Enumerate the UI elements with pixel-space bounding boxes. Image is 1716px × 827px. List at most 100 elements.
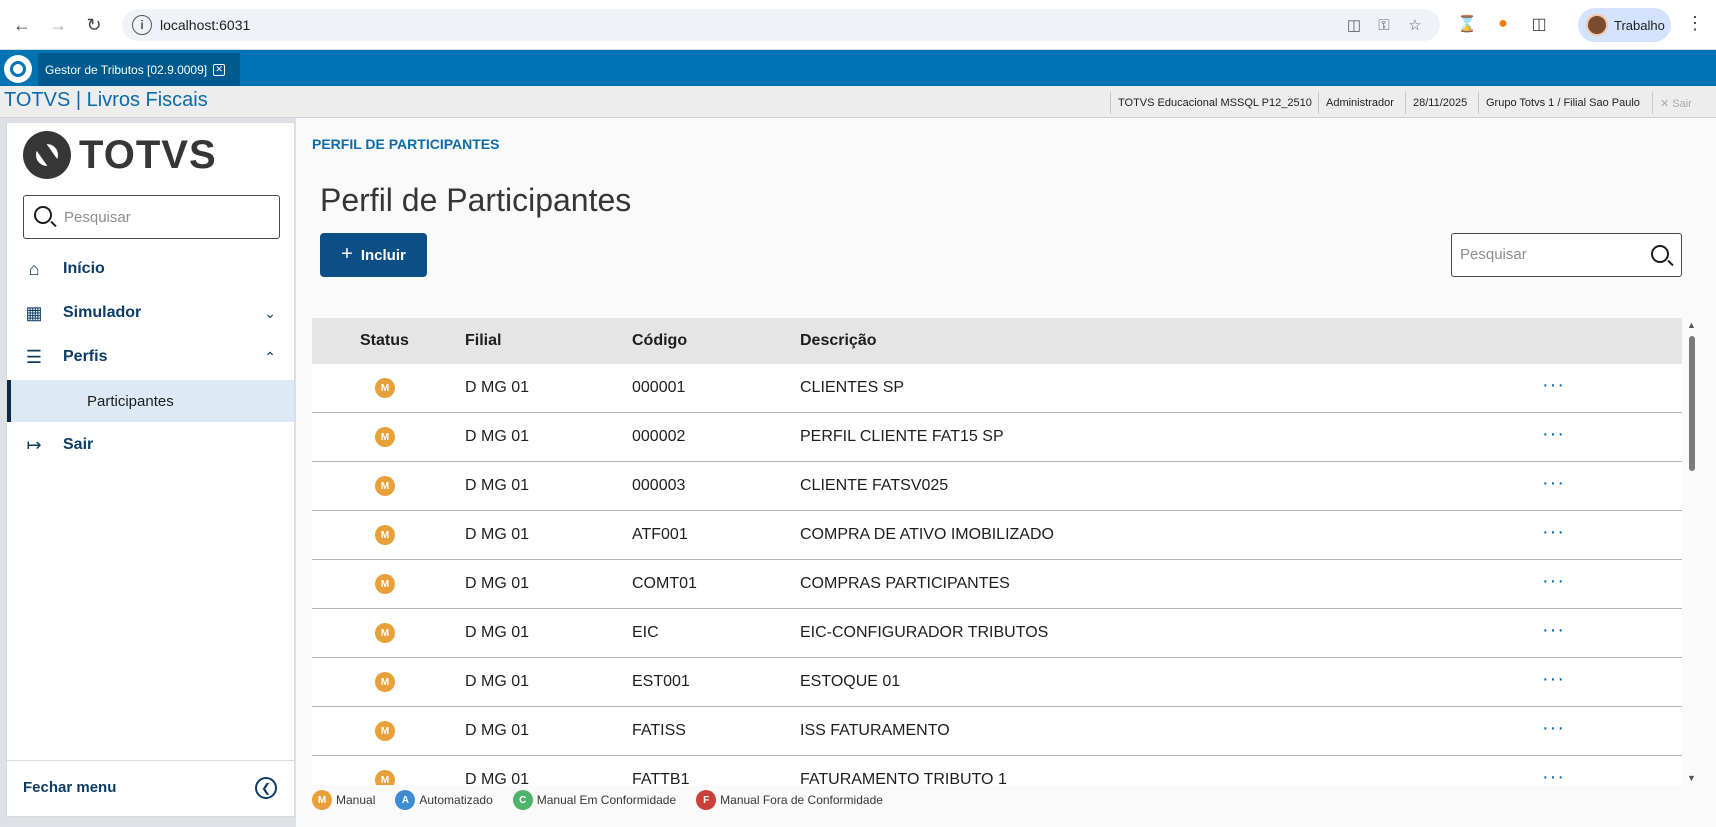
cell-codigo: 000003	[632, 477, 686, 494]
status-badge: M	[375, 378, 395, 398]
column-header-codigo[interactable]: Código	[632, 332, 687, 350]
legend-label: Automatizado	[419, 793, 493, 807]
logout-button[interactable]: ✕ Sair	[1652, 92, 1699, 114]
search-icon[interactable]	[1651, 245, 1669, 263]
scrollbar-thumb[interactable]	[1689, 336, 1695, 471]
sidebar-search-input[interactable]	[64, 206, 264, 228]
legend-item: C Manual Em Conformidade	[512, 790, 677, 810]
sidebar: TOTVS ⌂ Início ▦ Simulador ⌄ ☰ Perfis ⌃ …	[6, 122, 295, 817]
add-button-label: Incluir	[360, 246, 406, 264]
breadcrumb[interactable]: PERFIL DE PARTICIPANTES	[312, 136, 499, 152]
scroll-up-icon[interactable]: ▲	[1687, 320, 1696, 330]
status-badge: M	[375, 525, 395, 545]
page-title: Perfil de Participantes	[320, 182, 632, 218]
extensions-puzzle-icon[interactable]: ◫	[1528, 13, 1550, 35]
table-row[interactable]: M D MG 01 FATTB1 FATURAMENTO TRIBUTO 1 ···	[312, 756, 1682, 785]
close-menu-button[interactable]: Fechar menu	[23, 779, 116, 796]
avatar	[1586, 14, 1608, 36]
sidebar-search[interactable]	[23, 195, 280, 239]
table-row[interactable]: M D MG 01 000001 CLIENTES SP ···	[312, 364, 1682, 413]
sidebar-item-label: Simulador	[63, 304, 142, 321]
add-button[interactable]: + Incluir	[320, 233, 427, 277]
column-header-filial[interactable]: Filial	[465, 332, 501, 350]
status-badge: M	[375, 476, 395, 496]
more-actions-icon[interactable]: ···	[1542, 521, 1565, 544]
logout-label: Sair	[1672, 98, 1692, 110]
environment-info: TOTVS Educacional MSSQL P12_2510	[1110, 92, 1319, 114]
table-search-input[interactable]	[1460, 246, 1630, 263]
legend-item: F Manual Fora de Conformidade	[696, 790, 883, 810]
app-tabs-bar: Gestor de Tributos [02.9.0009] ✕	[0, 50, 1716, 86]
profile-button[interactable]: Trabalho	[1578, 8, 1671, 42]
sidebar-item-label: Sair	[63, 436, 94, 453]
legend-label: Manual Em Conformidade	[536, 793, 677, 807]
column-header-status[interactable]: Status	[360, 332, 409, 350]
more-actions-icon[interactable]: ···	[1542, 570, 1565, 593]
more-actions-icon[interactable]: ···	[1542, 472, 1565, 495]
table-row[interactable]: M D MG 01 000003 CLIENTE FATSV025 ···	[312, 462, 1682, 511]
cell-filial: D MG 01	[465, 379, 530, 396]
tab-gestor-de-tributos[interactable]: Gestor de Tributos [02.9.0009] ✕	[38, 53, 240, 86]
table-row[interactable]: M D MG 01 000002 PERFIL CLIENTE FAT15 SP ···	[312, 413, 1682, 462]
column-header-descricao[interactable]: Descrição	[800, 332, 877, 350]
chevron-up-icon: ⌃	[264, 348, 276, 365]
table-search[interactable]	[1451, 233, 1682, 277]
cell-codigo: 000001	[632, 379, 686, 396]
table-row[interactable]: M D MG 01 ATF001 COMPRA DE ATIVO IMOBILIZAD…	[312, 511, 1682, 560]
profile-name: Trabalho	[1614, 17, 1665, 33]
bookmark-star-icon[interactable]: ☆	[1405, 15, 1425, 35]
password-key-icon[interactable]: ⚿	[1374, 15, 1394, 35]
browser-menu-icon[interactable]: ⋮	[1686, 13, 1704, 34]
forward-icon[interactable]: →	[44, 11, 72, 39]
table-row[interactable]: M D MG 01 EST001 ESTOQUE 01 ···	[312, 658, 1682, 707]
collapse-menu-icon[interactable]: ❮	[255, 777, 277, 799]
totvs-logo-icon	[4, 55, 32, 83]
legend-label: Manual	[336, 793, 376, 807]
date-info: 28/11/2025	[1405, 92, 1474, 114]
info-icon[interactable]: i	[132, 15, 152, 35]
status-legend: M Manual A Automatizado C Manual Em Conformid…	[312, 790, 897, 810]
sidebar-item-participantes[interactable]: Participantes	[7, 380, 294, 422]
plus-icon: +	[341, 242, 353, 265]
chevron-down-icon: ⌄	[264, 304, 276, 321]
table-scrollbar[interactable]: ▲ ▼	[1686, 318, 1698, 785]
address-bar[interactable]: i localhost:6031 ◫ ⚿ ☆	[122, 9, 1440, 41]
close-icon[interactable]: ✕	[213, 63, 226, 76]
table-row[interactable]: M D MG 01 COMT01 COMPRAS PARTICIPANTES ···	[312, 560, 1682, 609]
scroll-down-icon[interactable]: ▼	[1687, 773, 1696, 783]
sidebar-item-sair[interactable]: ↦ Sair	[7, 423, 294, 467]
cell-filial: D MG 01	[465, 526, 530, 543]
install-app-icon[interactable]: ◫	[1344, 15, 1364, 35]
cell-codigo: FATTB1	[632, 771, 690, 785]
cell-descricao: FATURAMENTO TRIBUTO 1	[800, 771, 1007, 785]
reload-icon[interactable]: ↻	[80, 11, 108, 39]
table-row[interactable]: M D MG 01 FATISS ISS FATURAMENTO ···	[312, 707, 1682, 756]
cell-filial: D MG 01	[465, 673, 530, 690]
table-row[interactable]: M D MG 01 EIC EIC-CONFIGURADOR TRIBUTOS ···	[312, 609, 1682, 658]
more-actions-icon[interactable]: ···	[1542, 423, 1565, 446]
back-icon[interactable]: ←	[8, 11, 36, 39]
more-actions-icon[interactable]: ···	[1542, 668, 1565, 691]
hourglass-extension-icon[interactable]: ⌛	[1456, 13, 1478, 35]
more-actions-icon[interactable]: ···	[1542, 619, 1565, 642]
cell-filial: D MG 01	[465, 575, 530, 592]
app-title: TOTVS | Livros Fiscais	[4, 89, 208, 111]
totvs-logo: TOTVS	[23, 131, 217, 179]
sidebar-item-perfis[interactable]: ☰ Perfis ⌃	[7, 335, 294, 379]
more-actions-icon[interactable]: ···	[1542, 766, 1565, 785]
sidebar-footer: Fechar menu ❮	[7, 760, 294, 816]
status-badge: M	[375, 770, 395, 785]
logo-text: TOTVS	[79, 132, 217, 177]
cell-descricao: ESTOQUE 01	[800, 673, 901, 690]
sidebar-item-simulador[interactable]: ▦ Simulador ⌄	[7, 291, 294, 335]
cell-descricao: COMPRA DE ATIVO IMOBILIZADO	[800, 526, 1054, 543]
legend-item: A Automatizado	[395, 790, 493, 810]
status-badge: M	[375, 574, 395, 594]
sidebar-item-inicio[interactable]: ⌂ Início	[7, 247, 294, 291]
more-actions-icon[interactable]: ···	[1542, 374, 1565, 397]
more-actions-icon[interactable]: ···	[1542, 717, 1565, 740]
url-text[interactable]: localhost:6031	[160, 17, 250, 33]
cell-codigo: FATISS	[632, 722, 686, 739]
extension-badge-icon[interactable]: ●	[1492, 13, 1514, 35]
main-content: PERFIL DE PARTICIPANTES Perfil de Partic…	[296, 118, 1716, 827]
